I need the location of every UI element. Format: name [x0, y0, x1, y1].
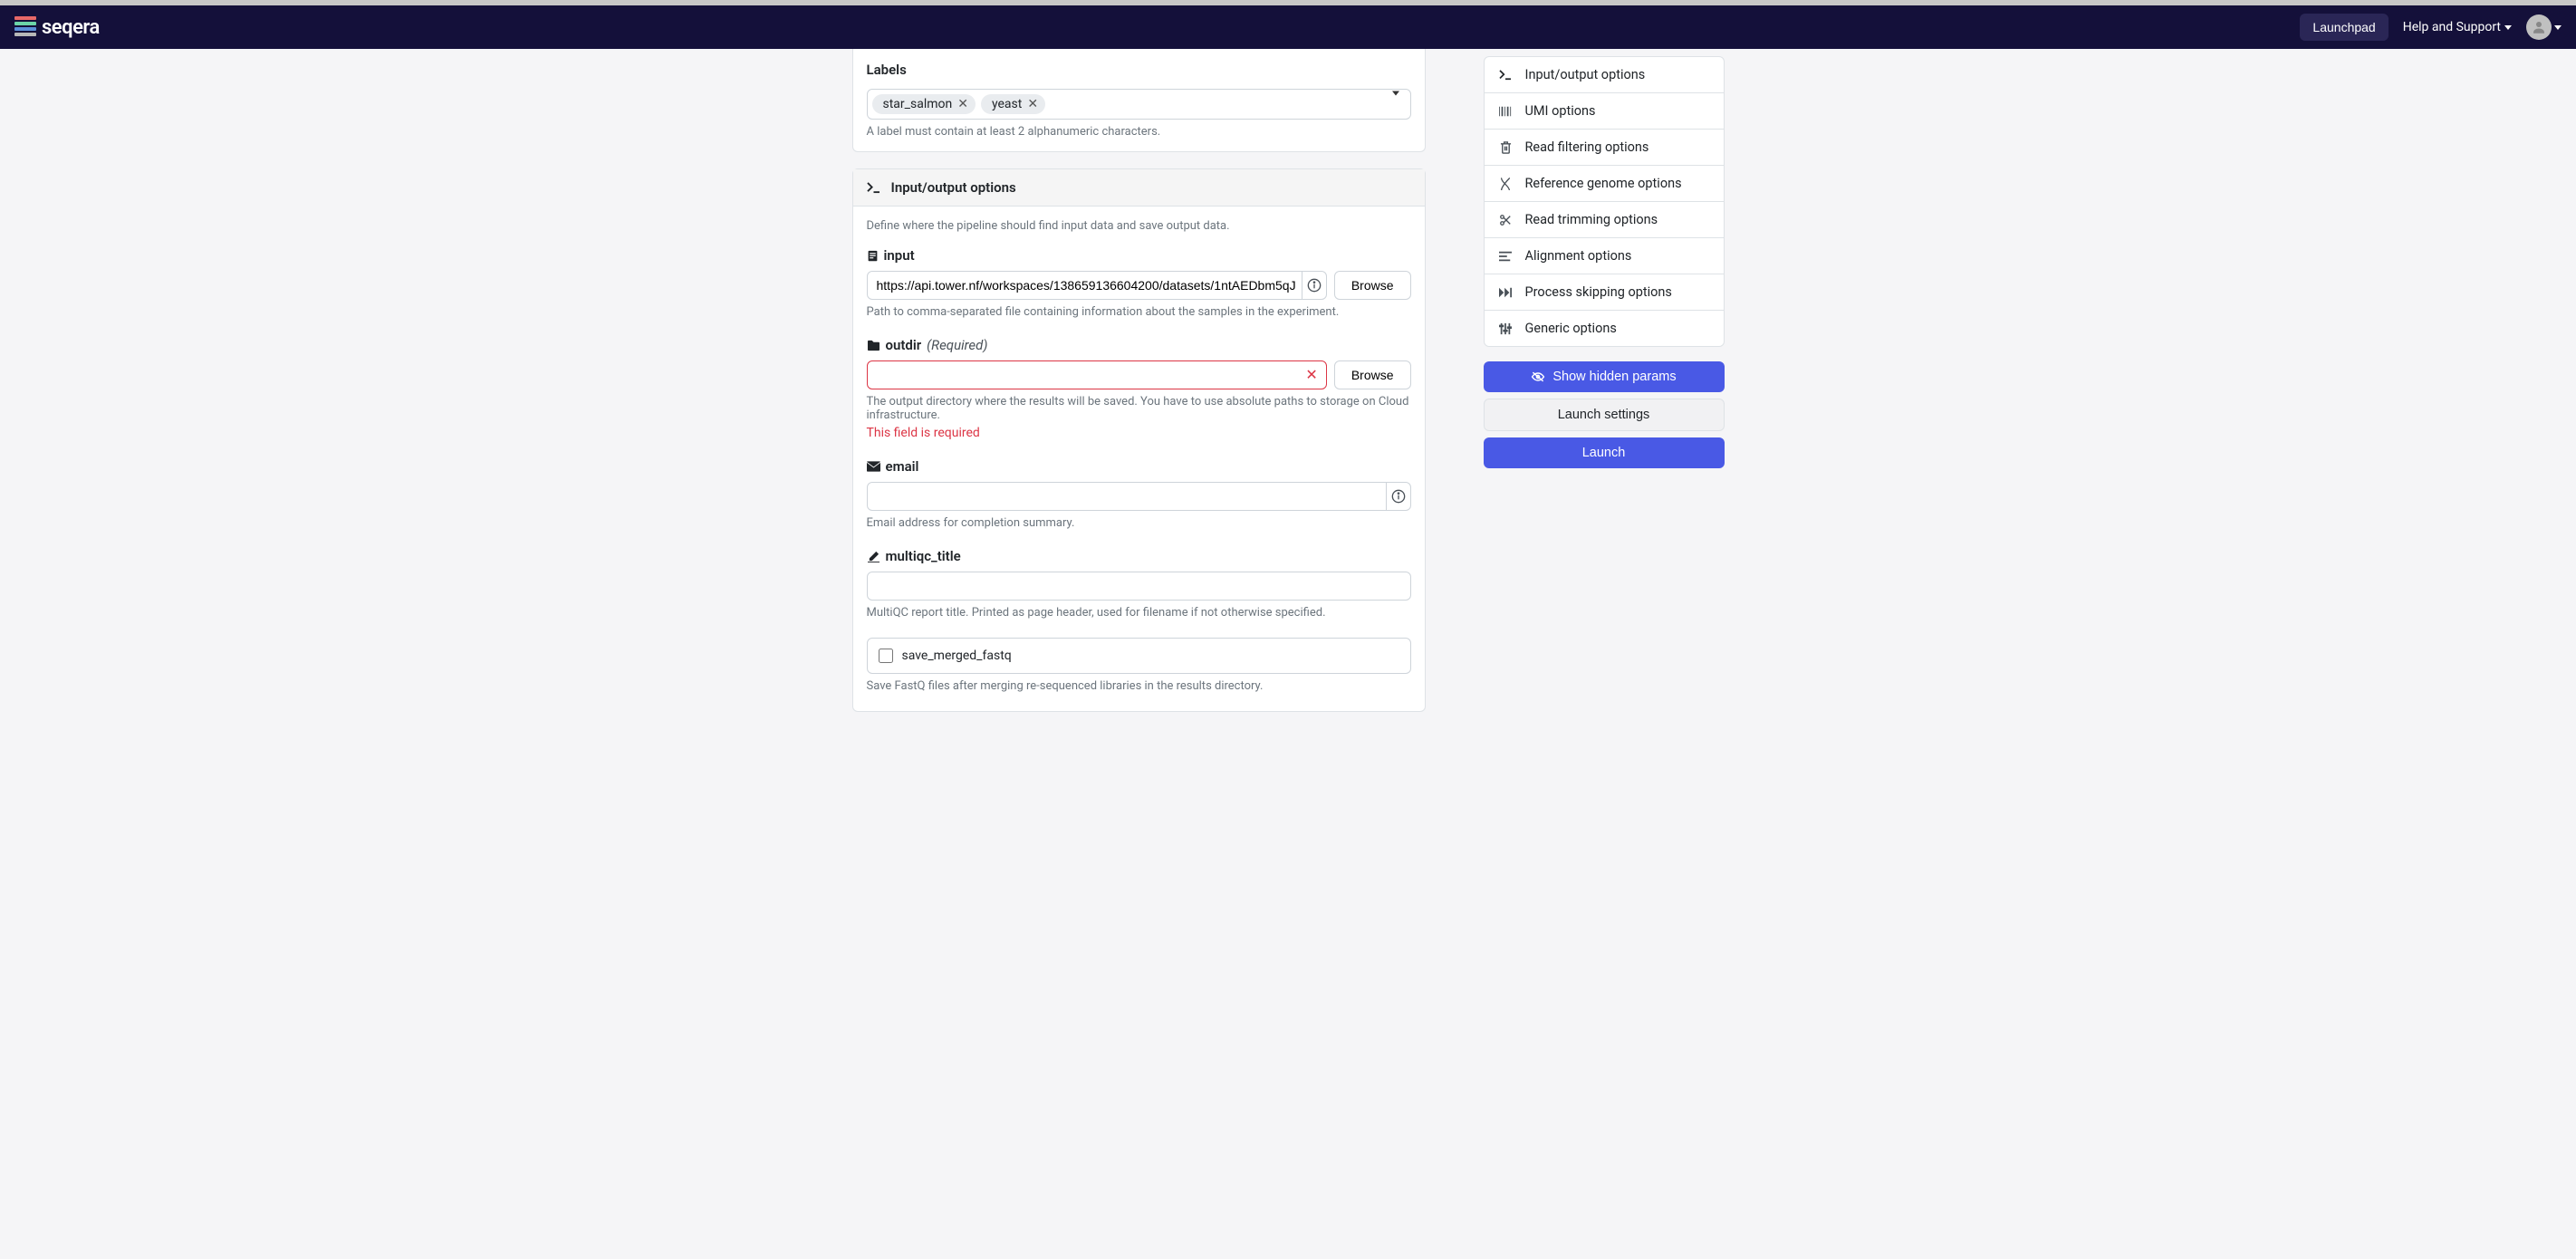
barcode-icon	[1499, 104, 1513, 118]
sidebar-nav: Input/output options UMI options Read fi…	[1484, 56, 1725, 347]
label-tag: star_salmon ✕	[872, 94, 976, 114]
multiqc-title-helper: MultiQC report title. Printed as page he…	[867, 606, 1411, 620]
sidebar-item-umi-options[interactable]: UMI options	[1485, 93, 1724, 130]
labels-title: Labels	[867, 62, 1411, 78]
settings-icon	[1499, 322, 1513, 335]
label-tag: yeast ✕	[981, 94, 1045, 114]
outdir-field[interactable]	[867, 360, 1327, 389]
save-merged-fastq-field-group: save_merged_fastq Save FastQ files after…	[867, 638, 1411, 693]
outdir-helper: The output directory where the results w…	[867, 395, 1411, 422]
eye-slash-icon	[1531, 370, 1545, 383]
edit-icon	[867, 551, 880, 562]
multiqc-title-field[interactable]	[867, 572, 1411, 601]
email-field[interactable]	[867, 482, 1411, 511]
logo-text: seqera	[42, 16, 100, 39]
envelope-icon	[867, 461, 880, 472]
terminal-icon	[867, 182, 880, 194]
input-field[interactable]	[867, 271, 1327, 300]
sidebar-item-read-filtering[interactable]: Read filtering options	[1485, 130, 1724, 166]
io-section-desc: Define where the pipeline should find in…	[867, 219, 1411, 233]
logo-icon	[14, 16, 36, 38]
show-hidden-params-button[interactable]: Show hidden params	[1484, 361, 1725, 392]
save-merged-fastq-checkbox[interactable]	[879, 649, 893, 663]
sidebar-item-reference-genome[interactable]: Reference genome options	[1485, 166, 1724, 202]
input-helper: Path to comma-separated file containing …	[867, 305, 1411, 319]
info-icon[interactable]	[1386, 482, 1411, 511]
scissors-icon	[1499, 213, 1513, 226]
multiqc-title-label: multiqc_title	[886, 548, 961, 564]
trash-icon	[1499, 140, 1513, 154]
sidebar-item-io-options[interactable]: Input/output options	[1485, 57, 1724, 93]
logo[interactable]: seqera	[14, 16, 100, 39]
labels-input[interactable]: star_salmon ✕ yeast ✕	[867, 89, 1411, 120]
sidebar-item-generic[interactable]: Generic options	[1485, 311, 1724, 346]
required-text: (Required)	[927, 337, 987, 353]
user-menu[interactable]	[2526, 14, 2562, 40]
terminal-icon	[1499, 68, 1513, 82]
help-support-link[interactable]: Help and Support	[2403, 20, 2512, 34]
email-label: email	[886, 458, 919, 475]
sidebar-item-read-trimming[interactable]: Read trimming options	[1485, 202, 1724, 238]
email-field-group: email Email address for completion summa…	[867, 458, 1411, 530]
input-field-group: input Browse Path to comma-separated fil…	[867, 247, 1411, 319]
clear-icon[interactable]: ✕	[1305, 368, 1317, 382]
io-options-card: Input/output options Define where the pi…	[852, 168, 1426, 712]
multiqc-title-field-group: multiqc_title MultiQC report title. Prin…	[867, 548, 1411, 620]
align-icon	[1499, 249, 1513, 263]
file-icon	[867, 250, 879, 262]
avatar-icon	[2526, 14, 2552, 40]
launchpad-button[interactable]: Launchpad	[2300, 14, 2388, 41]
chevron-down-icon	[2554, 25, 2562, 30]
save-merged-fastq-label: save_merged_fastq	[902, 649, 1012, 663]
labels-helper: A label must contain at least 2 alphanum…	[867, 125, 1411, 139]
browse-button[interactable]: Browse	[1334, 360, 1411, 389]
launch-button[interactable]: Launch	[1484, 437, 1725, 468]
sidebar-item-alignment[interactable]: Alignment options	[1485, 238, 1724, 274]
dropdown-icon[interactable]	[1392, 96, 1399, 113]
io-section-header: Input/output options	[853, 169, 1425, 207]
outdir-error: This field is required	[867, 426, 1411, 440]
save-merged-fastq-helper: Save FastQ files after merging re-sequen…	[867, 679, 1411, 693]
input-label: input	[884, 247, 915, 264]
chevron-down-icon	[2504, 25, 2512, 30]
email-helper: Email address for completion summary.	[867, 516, 1411, 530]
folder-icon	[867, 340, 880, 351]
save-merged-fastq-checkbox-box[interactable]: save_merged_fastq	[867, 638, 1411, 674]
remove-tag-icon[interactable]: ✕	[1027, 98, 1038, 111]
header: seqera Launchpad Help and Support	[0, 5, 2576, 49]
outdir-field-group: outdir (Required) ✕ Browse The output di…	[867, 337, 1411, 440]
info-icon[interactable]	[1302, 271, 1327, 300]
labels-card: Labels star_salmon ✕ yeast ✕ A label mus…	[852, 49, 1426, 152]
skip-icon	[1499, 285, 1513, 299]
dna-icon	[1499, 177, 1513, 190]
sidebar-item-process-skipping[interactable]: Process skipping options	[1485, 274, 1724, 311]
browse-button[interactable]: Browse	[1334, 271, 1411, 300]
launch-settings-button[interactable]: Launch settings	[1484, 399, 1725, 431]
remove-tag-icon[interactable]: ✕	[957, 98, 968, 111]
outdir-label: outdir	[886, 337, 922, 353]
